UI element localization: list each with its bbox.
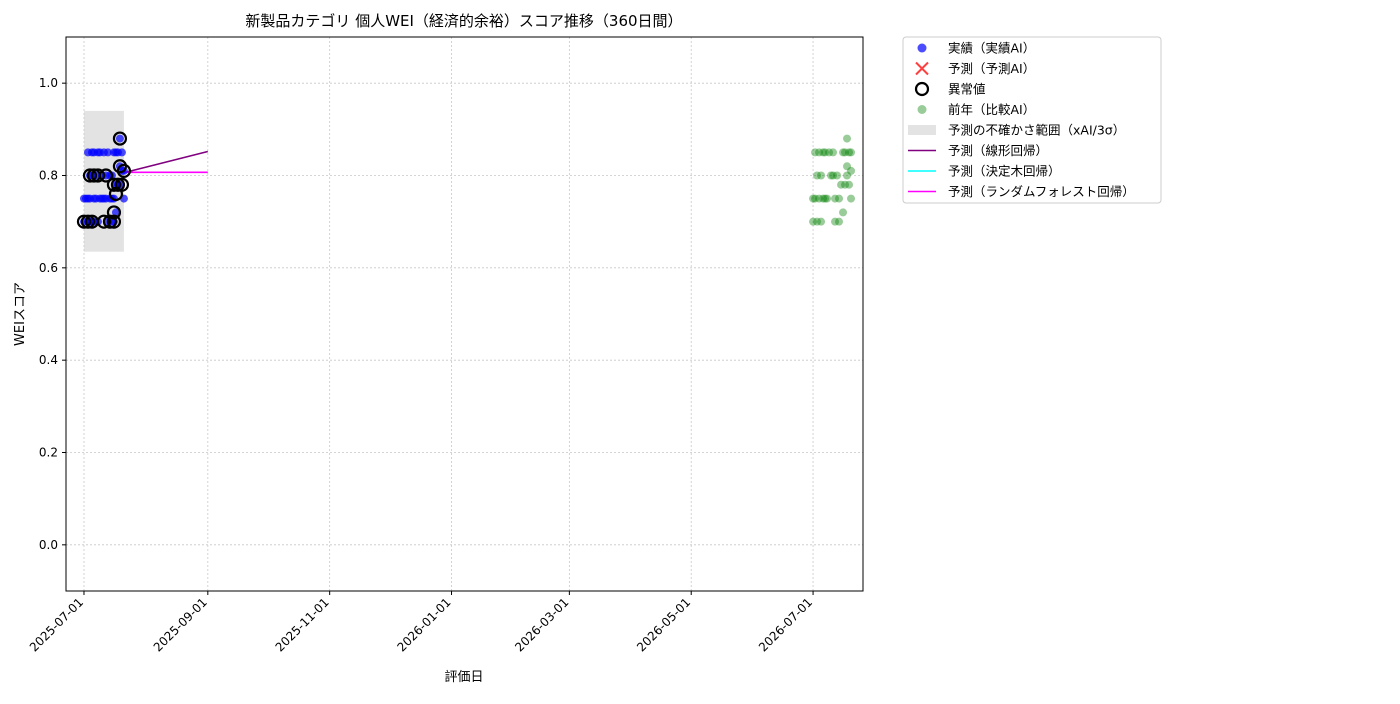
prev-year-point bbox=[847, 148, 856, 157]
y-tick-label: 0.0 bbox=[39, 538, 58, 552]
y-tick-label: 1.0 bbox=[39, 76, 58, 90]
legend-label: 予測（線形回帰） bbox=[948, 143, 1048, 158]
y-tick-label: 0.8 bbox=[39, 169, 58, 183]
legend-label: 実績（実績AI） bbox=[948, 41, 1035, 56]
prev-year-point bbox=[843, 134, 852, 143]
data-points-layer bbox=[76, 131, 856, 229]
legend-label: 予測（ランダムフォレスト回帰） bbox=[948, 184, 1135, 199]
prev-year-point bbox=[839, 208, 848, 217]
prev-year-point bbox=[835, 217, 844, 226]
prev-year-point bbox=[823, 194, 832, 203]
prev-year-point bbox=[847, 194, 856, 203]
x-tick-label: 2026-01-01 bbox=[394, 595, 453, 654]
legend-label: 予測（決定木回帰） bbox=[948, 164, 1061, 179]
legend-label: 予測の不確かさ範囲（xAI/3σ） bbox=[948, 123, 1125, 138]
prev-year-point bbox=[835, 194, 844, 203]
actual-point bbox=[117, 148, 126, 157]
y-tick-label: 0.2 bbox=[39, 446, 58, 460]
prev-year-point bbox=[845, 180, 854, 189]
y-axis-ticks: 0.0 0.2 0.4 0.6 0.8 1.0 bbox=[39, 76, 66, 552]
prediction-line bbox=[123, 150, 209, 174]
legend-label: 予測（予測AI） bbox=[948, 61, 1035, 76]
x-tick-label: 2025-09-01 bbox=[151, 595, 210, 654]
prev-year-point bbox=[829, 148, 838, 157]
grid bbox=[66, 37, 863, 591]
prev-year-point bbox=[817, 171, 826, 180]
x-axis-label: 評価日 bbox=[444, 670, 483, 685]
x-tick-label: 2026-07-01 bbox=[756, 595, 815, 654]
actual-point bbox=[115, 134, 124, 143]
y-tick-label: 0.4 bbox=[39, 353, 58, 367]
prediction-lines-layer bbox=[123, 150, 209, 174]
legend-label: 異常値 bbox=[948, 82, 986, 97]
legend-marker bbox=[917, 43, 927, 53]
x-axis-ticks: 2025-07-01 2025-09-01 2025-11-01 2026-01-01… bbox=[27, 591, 815, 654]
prev-year-point bbox=[817, 217, 826, 226]
legend: 実績（実績AI） 予測（予測AI） 異常値前年（比較AI） 予測の不確かさ範囲（xAI… bbox=[902, 36, 1162, 204]
y-tick-label: 0.6 bbox=[39, 261, 58, 275]
x-tick-label: 2026-05-01 bbox=[634, 595, 693, 654]
x-tick-label: 2026-03-01 bbox=[512, 595, 571, 654]
legend-label: 前年（比較AI） bbox=[948, 102, 1035, 117]
wei-score-chart: 新製品カテゴリ 個人WEI（経済的余裕）スコア推移（360日間） 0.00.20… bbox=[13, 12, 1162, 685]
prev-year-point bbox=[833, 171, 842, 180]
chart-container: 新製品カテゴリ 個人WEI（経済的余裕）スコア推移（360日間） 0.0 0.2 0… bbox=[0, 0, 1400, 700]
legend-marker bbox=[917, 105, 927, 114]
chart-title: 新製品カテゴリ 個人WEI（経済的余裕）スコア推移（360日間） bbox=[245, 12, 682, 30]
legend-marker bbox=[908, 125, 936, 135]
x-tick-label: 2025-11-01 bbox=[273, 595, 332, 654]
y-axis-label: WEIスコア bbox=[13, 282, 28, 346]
plot-frame bbox=[65, 36, 864, 592]
x-tick-label: 2025-07-01 bbox=[27, 595, 86, 654]
prev-year-point bbox=[847, 166, 856, 175]
